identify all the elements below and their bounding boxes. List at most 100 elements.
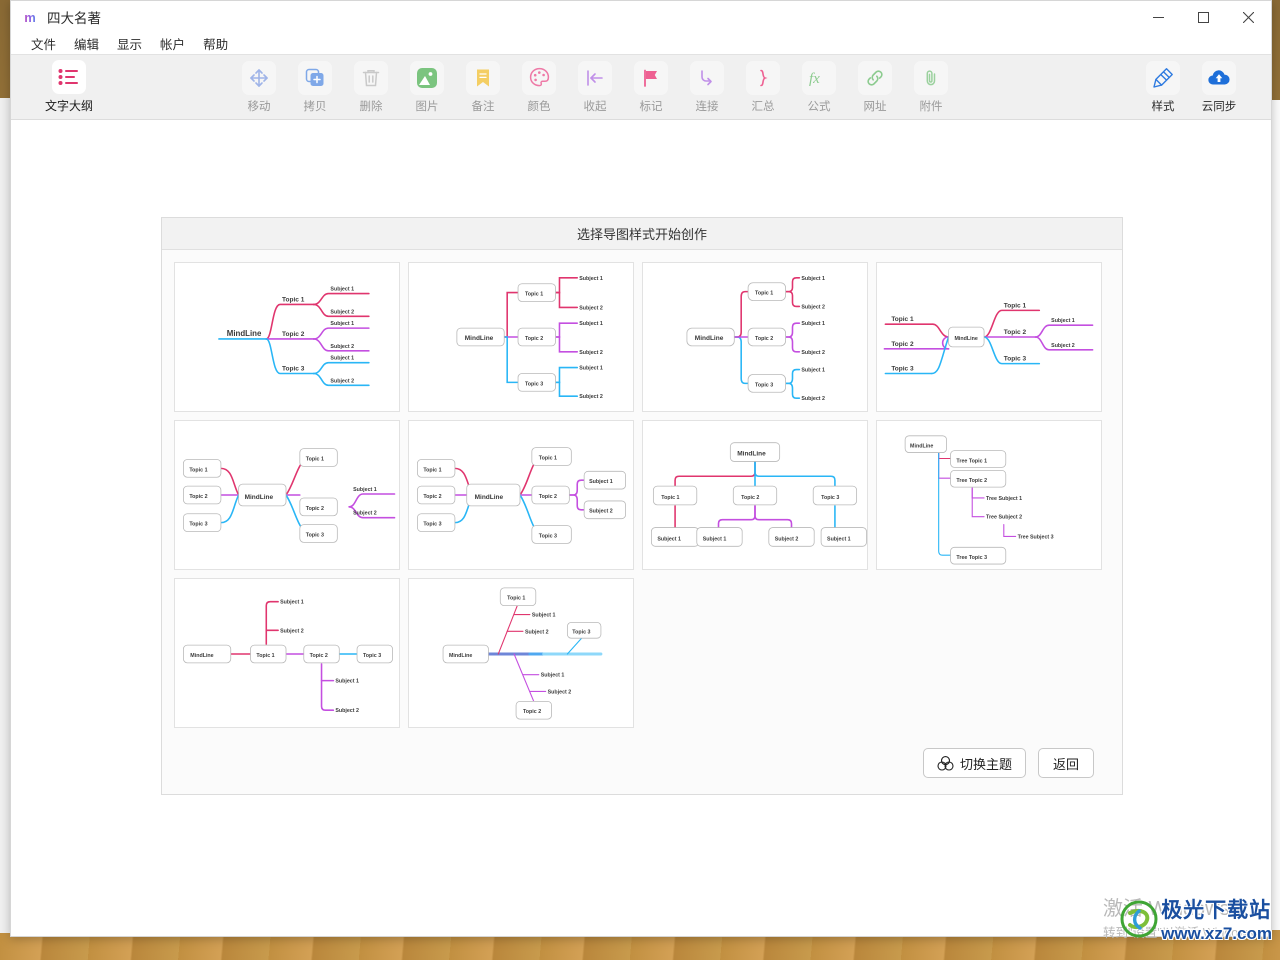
minimize-button[interactable]	[1136, 1, 1181, 33]
template-card-bilateral-underline[interactable]: MindLine Topic 1 Topic 2 Topic 3 Topic 1…	[876, 262, 1102, 412]
application-window: m 四大名著 文件 编辑 显示 帐户 帮助 文字大纲 移动 拷贝 删除 图片 备…	[10, 0, 1272, 937]
toolbar-button-color[interactable]: 颜色	[511, 60, 567, 114]
toolbar-button-flag[interactable]: 标记	[623, 60, 679, 114]
node-topic-right-2: Topic 2	[539, 494, 557, 500]
node-tree-topic-2: Tree Topic 2	[956, 478, 987, 484]
template-card-boxed-bracket-right[interactable]: MindLine Topic 1 Topic 2 Topic 3 Subject…	[642, 262, 868, 412]
node-subject-1: Subject 1	[579, 276, 603, 282]
node-topic-3: Topic 3	[821, 495, 839, 501]
node-tree-subject-3: Tree Subject 3	[1018, 534, 1054, 540]
node-topic-right-3: Topic 3	[1004, 356, 1027, 363]
node-topic-left-3: Topic 3	[423, 522, 441, 528]
menu-edit[interactable]: 编辑	[66, 32, 107, 55]
node-topic-right-3: Topic 3	[306, 532, 324, 538]
toolbar-button-note[interactable]: 备注	[455, 60, 511, 114]
node-subject-2: Subject 2	[1051, 343, 1075, 349]
template-card-boxed-orthogonal-right[interactable]: MindLine Topic 1 Topic 2 Topic 3 Subject…	[408, 262, 634, 412]
node-tree-topic-3: Tree Topic 3	[956, 555, 987, 561]
node-subject-2: Subject 2	[280, 628, 304, 634]
template-card-classic-underline-right[interactable]: MindLine Topic 1 Topic 2 Topic 3 Subject…	[174, 262, 400, 412]
map-canvas[interactable]: 选择导图样式开始创作 MindLine Topic 1 Topic 2 Topi…	[11, 120, 1271, 936]
menu-account[interactable]: 帐户	[152, 32, 193, 55]
node-subject-2: Subject 2	[330, 344, 354, 350]
toolbar-button-formula[interactable]: fx 公式	[791, 60, 847, 114]
node-topic-2: Topic 2	[741, 495, 759, 501]
template-card-org-chart-top-down[interactable]: MindLine Topic 1 Topic 2 Topic 3 Subject…	[642, 420, 868, 570]
node-root: MindLine	[910, 444, 933, 450]
toolbar-button-move[interactable]: 移动	[231, 60, 287, 114]
toolbar-button-outline[interactable]: 文字大纲	[41, 60, 97, 114]
node-topic-2: Topic 2	[525, 336, 543, 342]
toolbar-button-copy[interactable]: 拷贝	[287, 60, 343, 114]
note-icon	[466, 60, 500, 95]
template-card-fishbone[interactable]: MindLine Topic 1 Topic 2 Topic 3 Subject…	[408, 578, 634, 728]
close-button[interactable]	[1226, 1, 1271, 33]
node-root: MindLine	[245, 494, 274, 501]
menu-help[interactable]: 帮助	[195, 32, 236, 55]
switch-theme-button[interactable]: 切换主题	[922, 748, 1026, 778]
toolbar-button-image[interactable]: 图片	[399, 60, 455, 114]
list-outline-icon	[52, 60, 86, 94]
toolbar-button-url[interactable]: 网址	[847, 60, 903, 114]
node-topic-1: Topic 1	[525, 292, 543, 298]
node-topic-right-1: Topic 1	[306, 456, 324, 462]
node-topic-2: Topic 2	[282, 331, 305, 338]
toolbar-button-attachment[interactable]: 附件	[903, 60, 959, 114]
toolbar-button-delete[interactable]: 删除	[343, 60, 399, 114]
node-topic-left-3: Topic 3	[891, 366, 914, 373]
node-subject-1: Subject 1	[579, 366, 603, 372]
back-label: 返回	[1052, 756, 1079, 772]
menu-view[interactable]: 显示	[109, 32, 150, 55]
toolbar-label-attachment: 附件	[919, 100, 943, 113]
menu-file[interactable]: 文件	[23, 32, 64, 55]
collapse-icon	[578, 60, 612, 95]
node-subject-1: Subject 1	[827, 536, 851, 542]
node-topic-left-1: Topic 1	[891, 316, 914, 323]
node-subject-2: Subject 2	[548, 689, 572, 695]
node-topic-right-1: Topic 1	[539, 455, 557, 461]
node-subject-2: Subject 2	[801, 350, 825, 356]
minimize-icon	[1153, 16, 1164, 18]
toolbar-primary-group: 移动 拷贝 删除 图片 备注 颜色 收起 标记 连接 汇总 fx 公式 网址 附…	[231, 60, 959, 114]
template-card-timeline-horizontal[interactable]: MindLine Topic 1 Topic 2 Topic 3 Subject…	[174, 578, 400, 728]
window-controls	[1136, 1, 1271, 33]
maximize-icon	[1198, 11, 1209, 23]
template-card-bilateral-boxed-subjects[interactable]: Topic 1 Topic 2 Topic 3 MindLine Topic 1…	[408, 420, 634, 570]
summary-icon	[746, 60, 780, 95]
back-button[interactable]: 返回	[1038, 748, 1094, 778]
node-subject-1: Subject 1	[330, 321, 354, 327]
flag-icon	[634, 60, 668, 95]
close-icon	[1243, 11, 1254, 23]
node-subject-2: Subject 2	[801, 396, 825, 402]
style-brush-icon	[1146, 60, 1180, 95]
toolbar-secondary-group: 样式 云同步	[1135, 60, 1247, 114]
toolbar-label-style: 样式	[1151, 100, 1175, 113]
connect-icon	[690, 60, 724, 95]
node-subject-1: Subject 1	[801, 276, 825, 282]
node-root: MindLine	[465, 335, 494, 342]
node-root: MindLine	[695, 335, 724, 342]
maximize-button[interactable]	[1181, 1, 1226, 33]
window-title: 四大名著	[47, 11, 101, 26]
toolbar-button-cloud-sync[interactable]: 云同步	[1191, 60, 1247, 114]
template-card-bilateral-boxed[interactable]: Topic 1 Topic 2 Topic 3 MindLine Topic 1…	[174, 420, 400, 570]
palette-icon	[522, 60, 556, 95]
toolbar-button-summary[interactable]: 汇总	[735, 60, 791, 114]
node-subject-1: Subject 1	[335, 679, 359, 685]
toolbar-button-connect[interactable]: 连接	[679, 60, 735, 114]
toolbar-button-collapse[interactable]: 收起	[567, 60, 623, 114]
node-topic-1: Topic 1	[256, 653, 274, 659]
toolbar: 文字大纲 移动 拷贝 删除 图片 备注 颜色 收起 标记 连接 汇总 fx 公式…	[11, 55, 1271, 120]
node-subject-1: Subject 1	[579, 321, 603, 327]
title-bar[interactable]: m 四大名著	[11, 1, 1271, 33]
toolbar-button-style[interactable]: 样式	[1135, 60, 1191, 114]
node-subject-1: Subject 1	[330, 356, 354, 362]
node-tree-topic-1: Tree Topic 1	[956, 458, 987, 464]
node-subject-2: Subject 2	[579, 394, 603, 400]
node-root: MindLine	[449, 653, 472, 659]
dialog-footer: 切换主题 返回	[162, 728, 1122, 798]
node-subject-2: Subject 2	[801, 304, 825, 310]
template-card-tree-outline[interactable]: MindLine Tree Topic 1 Tree Topic 2 Tree …	[876, 420, 1102, 570]
node-subject-2: Subject 2	[525, 629, 549, 635]
node-topic-1: Topic 1	[661, 495, 679, 501]
